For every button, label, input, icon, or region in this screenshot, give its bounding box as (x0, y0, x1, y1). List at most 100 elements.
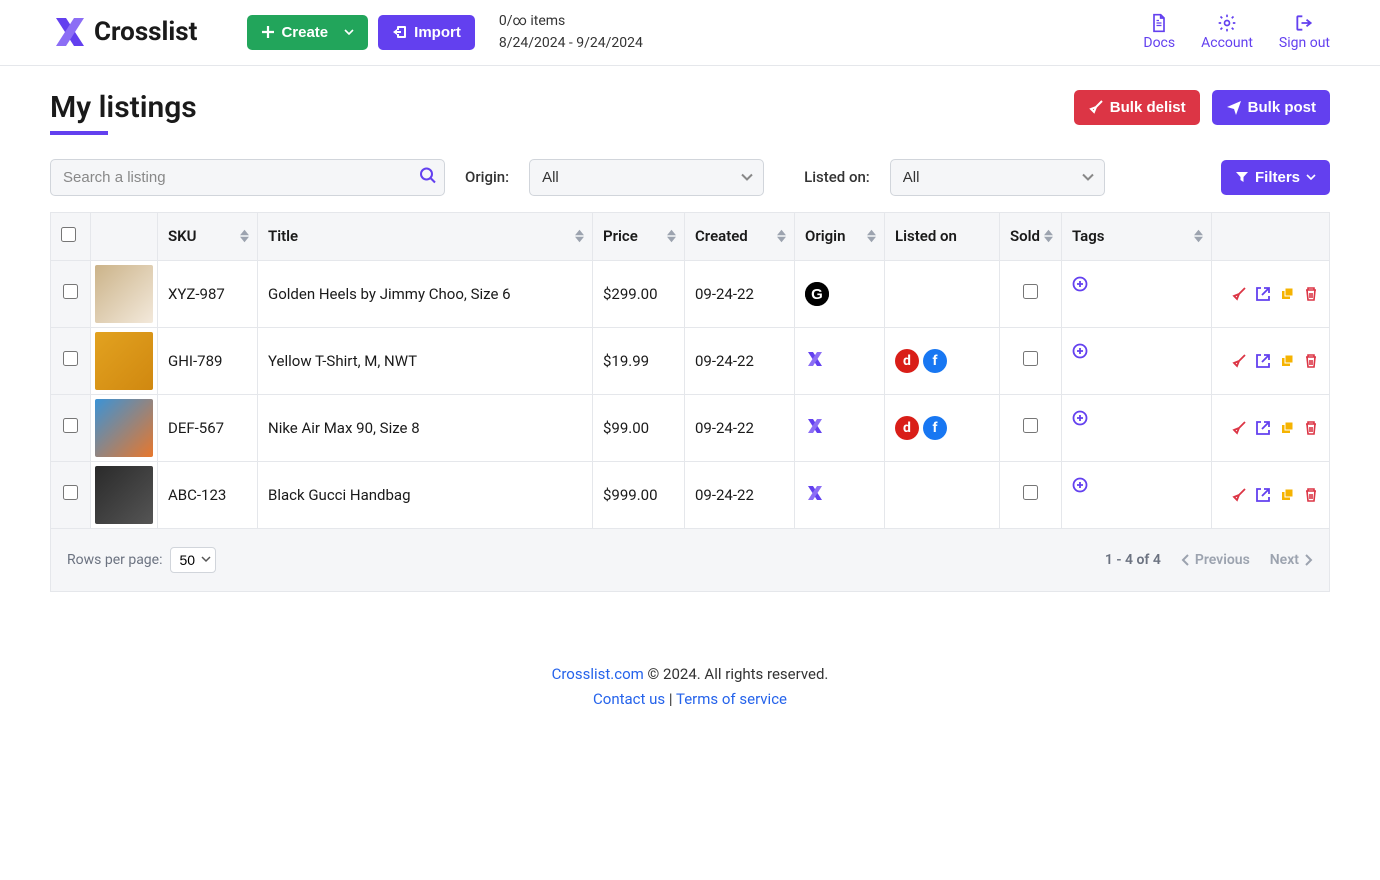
cell-listed: df (885, 394, 1000, 461)
terms-link[interactable]: Terms of service (676, 690, 787, 708)
listing-thumbnail[interactable] (95, 466, 153, 524)
chevron-right-icon (1305, 554, 1313, 566)
edit-button[interactable] (1231, 420, 1247, 436)
delete-button[interactable] (1303, 353, 1319, 369)
copy-button[interactable] (1279, 286, 1295, 302)
add-tag-button[interactable] (1072, 278, 1088, 296)
search-button[interactable] (419, 167, 437, 188)
cell-sku: GHI-789 (158, 327, 258, 394)
next-button[interactable]: Next (1270, 552, 1313, 568)
copy-button[interactable] (1279, 487, 1295, 503)
open-button[interactable] (1255, 487, 1271, 503)
svg-text:G: G (811, 286, 823, 303)
crosslist-icon (805, 483, 825, 507)
previous-button[interactable]: Previous (1181, 552, 1250, 568)
sold-checkbox[interactable] (1023, 418, 1038, 433)
import-button[interactable]: Import (378, 15, 475, 50)
listed-select[interactable]: All (890, 159, 1105, 196)
cell-tags (1062, 394, 1212, 461)
open-button[interactable] (1255, 420, 1271, 436)
add-tag-button[interactable] (1072, 412, 1088, 430)
filters-row: Origin: All Listed on: All Filters (50, 159, 1330, 196)
delete-button[interactable] (1303, 286, 1319, 302)
origin-select[interactable]: All (529, 159, 764, 196)
cell-price: $99.00 (593, 394, 685, 461)
table-row: ABC-123Black Gucci Handbag$999.0009-24-2… (51, 461, 1330, 528)
col-listed: Listed on (885, 212, 1000, 260)
col-price[interactable]: Price (593, 212, 685, 260)
search-wrap (50, 159, 445, 196)
main-container: My listings Bulk delist Bulk post Origin… (0, 66, 1380, 602)
rows-per-page-select[interactable]: 50 (170, 547, 216, 573)
sold-checkbox[interactable] (1023, 485, 1038, 500)
edit-button[interactable] (1231, 286, 1247, 302)
add-tag-button[interactable] (1072, 345, 1088, 363)
docs-link[interactable]: Docs (1143, 13, 1175, 51)
open-button[interactable] (1255, 353, 1271, 369)
cell-price: $299.00 (593, 260, 685, 327)
facebook-icon: f (923, 416, 947, 440)
copy-button[interactable] (1279, 353, 1295, 369)
col-image (91, 212, 158, 260)
sort-icon (667, 229, 676, 243)
sort-icon (575, 229, 584, 243)
copy-button[interactable] (1279, 420, 1295, 436)
brand-logo[interactable]: Crosslist (50, 12, 197, 52)
date-range: 8/24/2024 - 9/24/2024 (499, 32, 643, 54)
page-head-actions: Bulk delist Bulk post (1074, 90, 1330, 125)
listing-thumbnail[interactable] (95, 399, 153, 457)
col-tags[interactable]: Tags (1062, 212, 1212, 260)
table-row: DEF-567Nike Air Max 90, Size 8$99.0009-2… (51, 394, 1330, 461)
sold-checkbox[interactable] (1023, 284, 1038, 299)
col-sold[interactable]: Sold (1000, 212, 1062, 260)
select-all-checkbox[interactable] (61, 227, 76, 242)
search-input[interactable] (50, 159, 445, 196)
contact-link[interactable]: Contact us (593, 690, 665, 708)
depop-icon: d (895, 416, 919, 440)
edit-button[interactable] (1231, 487, 1247, 503)
cell-tags (1062, 461, 1212, 528)
cell-sold (1000, 260, 1062, 327)
table-footer: Rows per page: 50 1 - 4 of 4 Previous Ne… (50, 529, 1330, 592)
caret-down-icon (344, 29, 354, 35)
create-label: Create (281, 24, 328, 41)
row-checkbox[interactable] (63, 351, 78, 366)
delete-button[interactable] (1303, 420, 1319, 436)
col-created[interactable]: Created (685, 212, 795, 260)
bulk-delist-button[interactable]: Bulk delist (1074, 90, 1200, 125)
sort-icon (867, 229, 876, 243)
row-checkbox[interactable] (63, 418, 78, 433)
sort-icon (240, 229, 249, 243)
row-checkbox[interactable] (63, 485, 78, 500)
cell-created: 09-24-22 (685, 461, 795, 528)
signout-link[interactable]: Sign out (1279, 13, 1330, 51)
add-tag-button[interactable] (1072, 479, 1088, 497)
cell-sku: DEF-567 (158, 394, 258, 461)
sort-icon (1044, 229, 1053, 243)
listing-thumbnail[interactable] (95, 265, 153, 323)
account-label: Account (1201, 35, 1253, 51)
col-origin[interactable]: Origin (795, 212, 885, 260)
delete-button[interactable] (1303, 487, 1319, 503)
listing-thumbnail[interactable] (95, 332, 153, 390)
filters-button[interactable]: Filters (1221, 160, 1330, 195)
bulk-post-button[interactable]: Bulk post (1212, 90, 1330, 125)
create-button[interactable]: Create (247, 15, 368, 50)
row-checkbox[interactable] (63, 284, 78, 299)
crosslist-logo-icon (50, 12, 90, 52)
topbar-actions: Create Import (247, 15, 474, 50)
cell-origin (795, 461, 885, 528)
crosslist-icon (805, 416, 825, 440)
open-button[interactable] (1255, 286, 1271, 302)
edit-button[interactable] (1231, 353, 1247, 369)
cell-tags (1062, 327, 1212, 394)
account-link[interactable]: Account (1201, 13, 1253, 51)
sold-checkbox[interactable] (1023, 351, 1038, 366)
col-sku[interactable]: SKU (158, 212, 258, 260)
import-icon (392, 24, 408, 40)
send-icon (1226, 99, 1242, 115)
footer-site-link[interactable]: Crosslist.com (552, 665, 644, 683)
col-title[interactable]: Title (258, 212, 593, 260)
cell-sold (1000, 461, 1062, 528)
pagination: 1 - 4 of 4 Previous Next (1105, 552, 1313, 568)
